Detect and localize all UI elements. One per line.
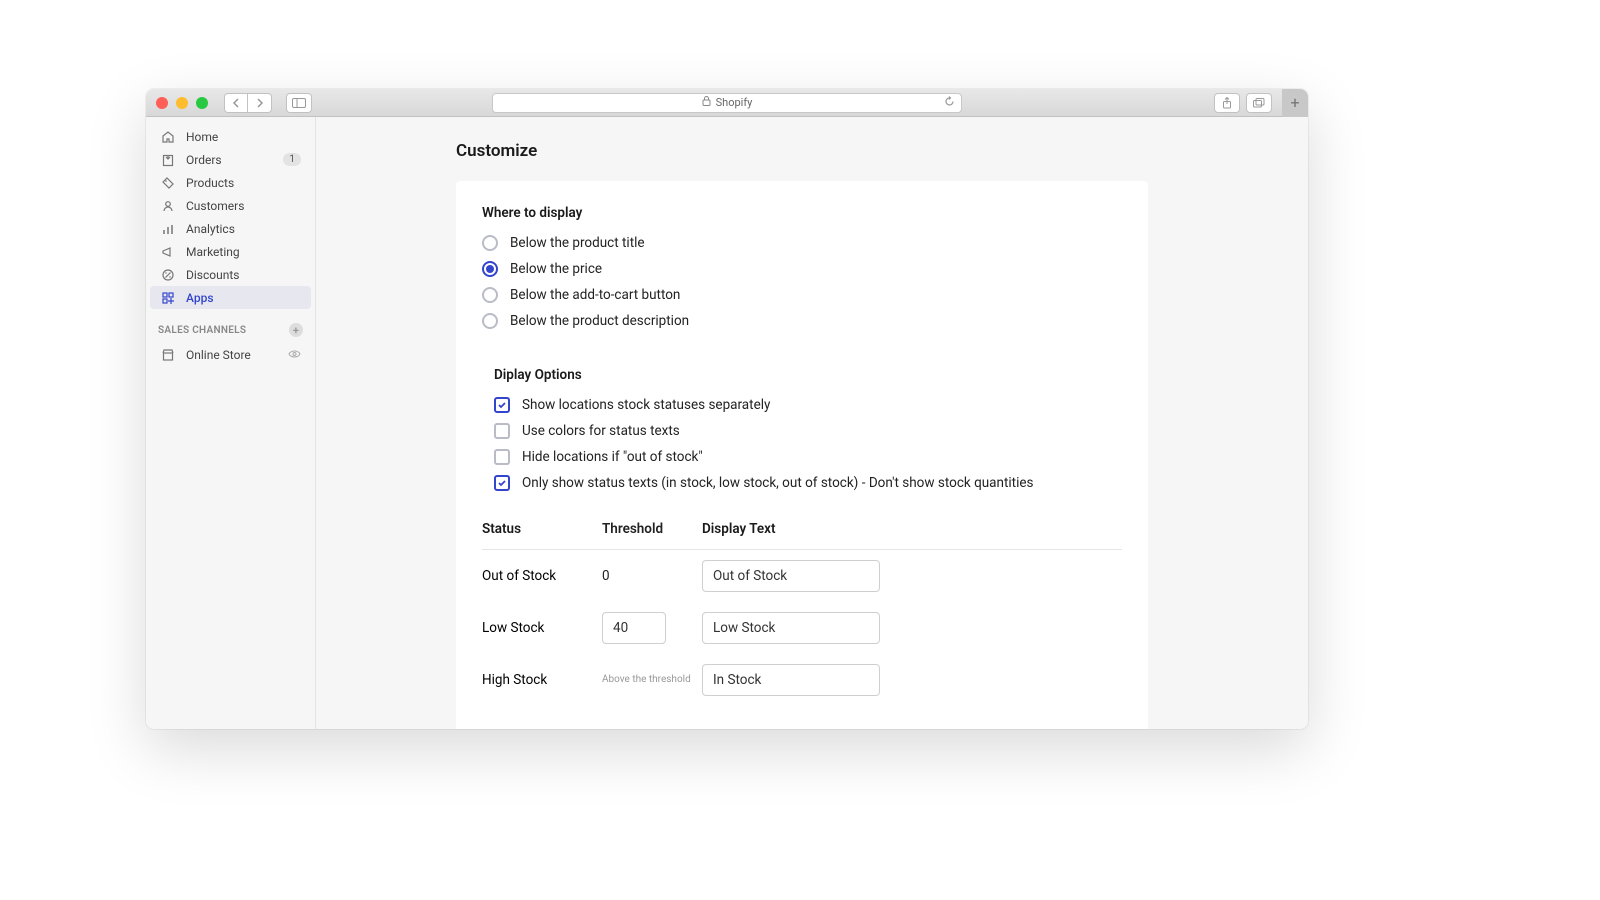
cell-threshold: 0: [602, 568, 702, 584]
check-show-locations[interactable]: Show locations stock statuses separately: [494, 397, 1122, 413]
sidebar-item-label: Home: [186, 130, 218, 144]
sidebar-item-orders[interactable]: Orders 1: [150, 148, 311, 171]
header-threshold: Threshold: [602, 521, 702, 537]
sidebar-toggle-button[interactable]: [286, 93, 312, 113]
sidebar-item-label: Orders: [186, 153, 222, 167]
new-tab-button[interactable]: +: [1282, 89, 1308, 117]
status-table: Status Threshold Display Text Out of Sto…: [482, 521, 1122, 706]
section-where-title: Where to display: [482, 205, 1122, 221]
header-status: Status: [482, 521, 602, 537]
table-row: Low Stock: [482, 602, 1122, 654]
radio-label: Below the product title: [510, 235, 645, 251]
check-only-status-texts[interactable]: Only show status texts (in stock, low st…: [494, 475, 1122, 491]
sidebar-item-customers[interactable]: Customers: [150, 194, 311, 217]
sidebar-item-discounts[interactable]: Discounts: [150, 263, 311, 286]
page-title: Customize: [456, 141, 1308, 161]
table-row: Out of Stock 0: [482, 550, 1122, 602]
check-label: Show locations stock statuses separately: [522, 397, 770, 413]
sidebar-item-label: Products: [186, 176, 234, 190]
cell-status: Low Stock: [482, 620, 602, 636]
checkbox-icon: [494, 475, 510, 491]
orders-icon: [160, 152, 176, 168]
display-text-input[interactable]: [702, 664, 880, 696]
check-label: Use colors for status texts: [522, 423, 680, 439]
reload-icon[interactable]: [944, 96, 955, 110]
checkbox-icon: [494, 449, 510, 465]
checkbox-icon: [494, 423, 510, 439]
sidebar-item-label: Online Store: [186, 348, 251, 362]
nav-back-forward: [224, 93, 272, 113]
add-channel-button[interactable]: +: [289, 323, 303, 337]
threshold-hint: Above the threshold: [602, 674, 702, 686]
radio-below-add-to-cart[interactable]: Below the add-to-cart button: [482, 287, 1122, 303]
sidebar-item-home[interactable]: Home: [150, 125, 311, 148]
table-row: High Stock Above the threshold: [482, 654, 1122, 706]
sidebar-item-label: Discounts: [186, 268, 239, 282]
minimize-window-button[interactable]: [176, 97, 188, 109]
lock-icon: [702, 96, 711, 109]
checkbox-icon: [494, 397, 510, 413]
radio-icon: [482, 235, 498, 251]
radio-below-description[interactable]: Below the product description: [482, 313, 1122, 329]
titlebar: Shopify +: [146, 89, 1308, 117]
radio-below-price[interactable]: Below the price: [482, 261, 1122, 277]
forward-button[interactable]: [248, 93, 272, 113]
back-button[interactable]: [224, 93, 248, 113]
settings-card: Where to display Below the product title…: [456, 181, 1148, 729]
maximize-window-button[interactable]: [196, 97, 208, 109]
radio-label: Below the price: [510, 261, 602, 277]
discounts-icon: [160, 267, 176, 283]
home-icon: [160, 129, 176, 145]
header-display: Display Text: [702, 521, 1122, 537]
display-text-input[interactable]: [702, 560, 880, 592]
sidebar-item-label: Marketing: [186, 245, 240, 259]
check-hide-oos[interactable]: Hide locations if "out of stock": [494, 449, 1122, 465]
cell-status: Out of Stock: [482, 568, 602, 584]
sidebar-item-label: Customers: [186, 199, 244, 213]
main-content: Customize Where to display Below the pro…: [316, 117, 1308, 729]
apps-icon: [160, 290, 176, 306]
radio-icon: [482, 261, 498, 277]
view-store-icon[interactable]: [288, 348, 301, 362]
sidebar-item-apps[interactable]: Apps: [150, 286, 311, 309]
sidebar-item-products[interactable]: Products: [150, 171, 311, 194]
marketing-icon: [160, 244, 176, 260]
sidebar-item-marketing[interactable]: Marketing: [150, 240, 311, 263]
section-display-title: Diplay Options: [494, 367, 1122, 383]
sidebar-item-label: Apps: [186, 291, 214, 305]
sidebar-item-label: Analytics: [186, 222, 235, 236]
customers-icon: [160, 198, 176, 214]
check-use-colors[interactable]: Use colors for status texts: [494, 423, 1122, 439]
store-icon: [160, 347, 176, 363]
tabs-button[interactable]: [1246, 93, 1272, 113]
address-bar[interactable]: Shopify: [492, 93, 962, 113]
close-window-button[interactable]: [156, 97, 168, 109]
cell-status: High Stock: [482, 672, 602, 688]
threshold-input[interactable]: [602, 612, 666, 644]
analytics-icon: [160, 221, 176, 237]
radio-below-title[interactable]: Below the product title: [482, 235, 1122, 251]
radio-icon: [482, 287, 498, 303]
orders-badge: 1: [283, 153, 301, 166]
app-window: Shopify + Home Orders 1: [146, 89, 1308, 729]
address-text: Shopify: [716, 96, 753, 109]
sidebar: Home Orders 1 Products Customers Analyti…: [146, 117, 316, 729]
check-label: Hide locations if "out of stock": [522, 449, 703, 465]
share-button[interactable]: [1214, 93, 1240, 113]
radio-label: Below the product description: [510, 313, 689, 329]
radio-label: Below the add-to-cart button: [510, 287, 680, 303]
content-area: Home Orders 1 Products Customers Analyti…: [146, 117, 1308, 729]
window-controls: [156, 97, 208, 109]
titlebar-right: [1214, 93, 1272, 113]
products-icon: [160, 175, 176, 191]
sidebar-item-online-store[interactable]: Online Store: [150, 343, 311, 366]
sidebar-section-label: SALES CHANNELS: [158, 325, 246, 336]
table-header: Status Threshold Display Text: [482, 521, 1122, 550]
sidebar-section-header: SALES CHANNELS +: [146, 309, 315, 343]
check-label: Only show status texts (in stock, low st…: [522, 475, 1034, 491]
sidebar-item-analytics[interactable]: Analytics: [150, 217, 311, 240]
display-text-input[interactable]: [702, 612, 880, 644]
radio-icon: [482, 313, 498, 329]
